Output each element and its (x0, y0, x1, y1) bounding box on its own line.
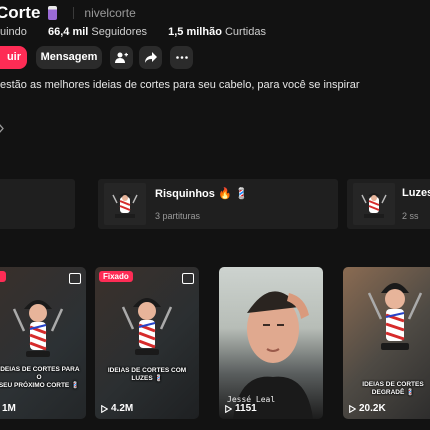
playlist-card-luzes[interactable]: Luzes 2 ss (347, 179, 430, 229)
view-count: 4.2M (101, 403, 133, 414)
more-button[interactable] (170, 46, 193, 69)
photo-carousel-icon (69, 273, 81, 284)
video-card[interactable]: IDEIAS DE CORTES DEGRADÊ 💈 20.2K (343, 267, 430, 419)
video-caption: IDEIAS DE CORTES PARA O SEU PRÓXIMO CORT… (0, 366, 80, 389)
barber-mascot-icon (112, 193, 138, 218)
playlist-title: Luzes (402, 187, 430, 199)
barber-mascot-icon (121, 298, 173, 355)
view-count: 1151 (225, 403, 257, 414)
follow-button[interactable]: uir (0, 46, 27, 69)
barber-mascot-icon (361, 193, 387, 218)
playlist-thumbnail (353, 183, 395, 225)
share-icon (144, 52, 157, 63)
photo-carousel-icon (182, 273, 194, 284)
playlist-thumbnail (104, 183, 146, 225)
video-caption: IDEIAS DE CORTES COM LUZES 💈 (107, 367, 187, 382)
playlist-card-risquinhos[interactable]: Risquinhos 🔥 💈 3 partituras (98, 179, 338, 229)
video-card-pinned[interactable]: Fixado IDEIAS DE CORTES COM LUZES 💈 4.2M (95, 267, 199, 419)
playlist-count: 2 ss (402, 211, 419, 221)
pinned-badge: . (0, 271, 6, 282)
view-count: 20.2K (349, 403, 386, 414)
link-icon[interactable] (0, 124, 4, 133)
barber-mascot-icon (367, 283, 423, 350)
share-button[interactable] (139, 46, 162, 69)
profile-stats: uindo 66,4 mil Seguidores 1,5 milhão Cur… (0, 26, 282, 38)
message-button[interactable]: Mensagem (36, 46, 102, 69)
video-card[interactable]: . IDEIAS DE CORTES PARA O SEU PRÓXIMO CO… (0, 267, 86, 419)
profile-handle: nivelcorte (84, 6, 136, 20)
view-count: 1M (2, 403, 16, 414)
barber-mascot-icon (12, 300, 64, 357)
divider (73, 7, 75, 19)
profile-bio: estão as melhores ideias de cortes para … (0, 79, 360, 91)
play-icon (225, 404, 232, 413)
profile-title: Corte (0, 3, 41, 22)
video-caption: IDEIAS DE CORTES DEGRADÊ 💈 (362, 381, 424, 396)
likes-label: Curtidas (224, 26, 266, 38)
add-friend-icon (115, 52, 128, 63)
add-friend-button[interactable] (110, 46, 133, 69)
video-card[interactable]: Jessé Leal 1151 (219, 267, 323, 419)
view-count-value: 1M (2, 403, 16, 414)
playlist-count: 3 partituras (155, 211, 201, 221)
profile-header: Corte nivelcorte (0, 2, 136, 24)
view-count-value: 20.2K (359, 403, 386, 414)
playlist-card[interactable] (0, 179, 75, 229)
barber-pole-emoji-icon (48, 6, 58, 20)
play-icon (101, 404, 108, 413)
play-icon (349, 404, 356, 413)
pinned-badge: Fixado (99, 271, 133, 282)
more-icon (175, 56, 188, 59)
following-label[interactable]: uindo (0, 26, 27, 38)
view-count-value: 1151 (235, 403, 257, 414)
playlist-title: Risquinhos 🔥 💈 (155, 188, 249, 200)
likes-count: 1,5 milhão (168, 26, 222, 38)
followers-label[interactable]: Seguidores (91, 26, 147, 38)
view-count-value: 4.2M (111, 403, 134, 414)
followers-count[interactable]: 66,4 mil (48, 26, 88, 38)
